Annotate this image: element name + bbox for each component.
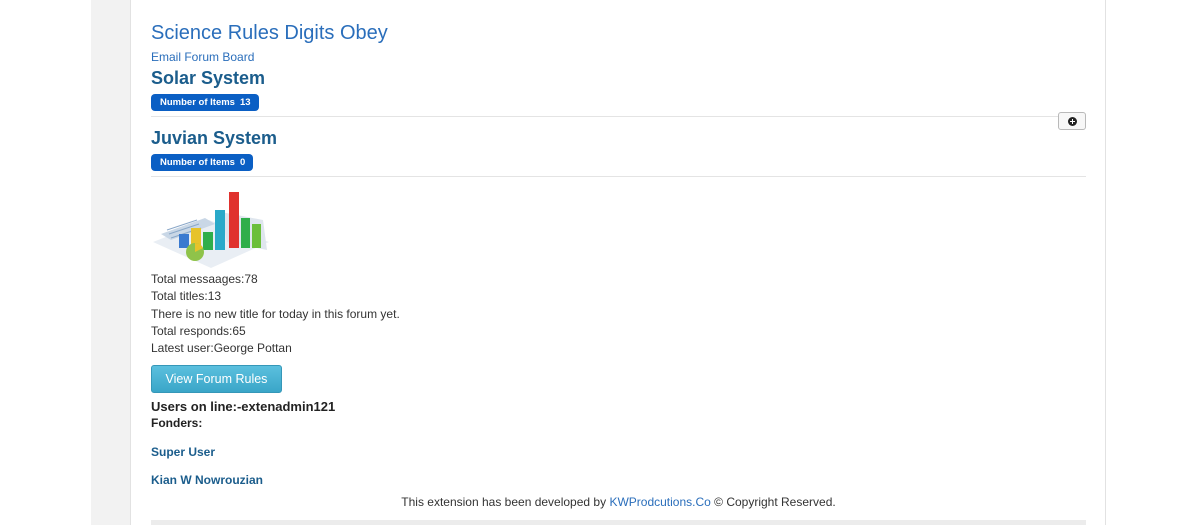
forum-panel: Science Rules Digits Obey Email Forum Bo… [130, 0, 1106, 525]
divider [151, 176, 1086, 177]
users-online: Users on line:-extenadmin121 [151, 399, 336, 414]
fonder-link-kian[interactable]: Kian W Nowrouzian [151, 473, 263, 487]
left-margin [0, 0, 91, 525]
total-responds: Total responds:65 [151, 323, 246, 338]
footer: This extension has been developed by KWP… [151, 495, 1086, 509]
company-link[interactable]: KWProdcutions.Co [609, 495, 710, 509]
badge-count: 0 [239, 157, 246, 168]
forum-statistics: Total messaages:78 Total titles:13 There… [151, 271, 400, 357]
forum-chart-image [153, 192, 269, 268]
footer-prefix: This extension has been developed by [401, 495, 610, 509]
badge-label: Number of Items [160, 157, 235, 168]
email-forum-board-link[interactable]: Email Forum Board [151, 50, 254, 64]
plus-circle-icon [1067, 116, 1077, 126]
new-title-notice: There is no new title for today in this … [151, 306, 400, 321]
fonder-link-super-user[interactable]: Super User [151, 445, 215, 459]
fonders-label: Fonders: [151, 416, 203, 430]
latest-user: Latest user:George Pottan [151, 341, 292, 356]
add-category-button[interactable] [1058, 112, 1086, 130]
category-title-juvian-system[interactable]: Juvian System [151, 128, 277, 149]
badge-label: Number of Items [160, 97, 235, 108]
badge-count: 13 [239, 97, 251, 108]
divider [151, 116, 1086, 117]
total-titles: Total titles:13 [151, 289, 222, 304]
item-count-badge: Number of Items 0 [151, 154, 254, 171]
footer-suffix: © Copyright Reserved. [710, 495, 836, 509]
bottom-strip [151, 520, 1086, 525]
item-count-badge: Number of Items 13 [151, 94, 259, 111]
right-margin [1106, 0, 1200, 525]
view-forum-rules-button[interactable]: View Forum Rules [151, 365, 282, 393]
category-title-solar-system[interactable]: Solar System [151, 68, 265, 89]
total-messages: Total messaages:78 [151, 272, 258, 286]
page: Science Rules Digits Obey Email Forum Bo… [0, 0, 1200, 525]
forum-title-link[interactable]: Science Rules Digits Obey [151, 22, 388, 45]
